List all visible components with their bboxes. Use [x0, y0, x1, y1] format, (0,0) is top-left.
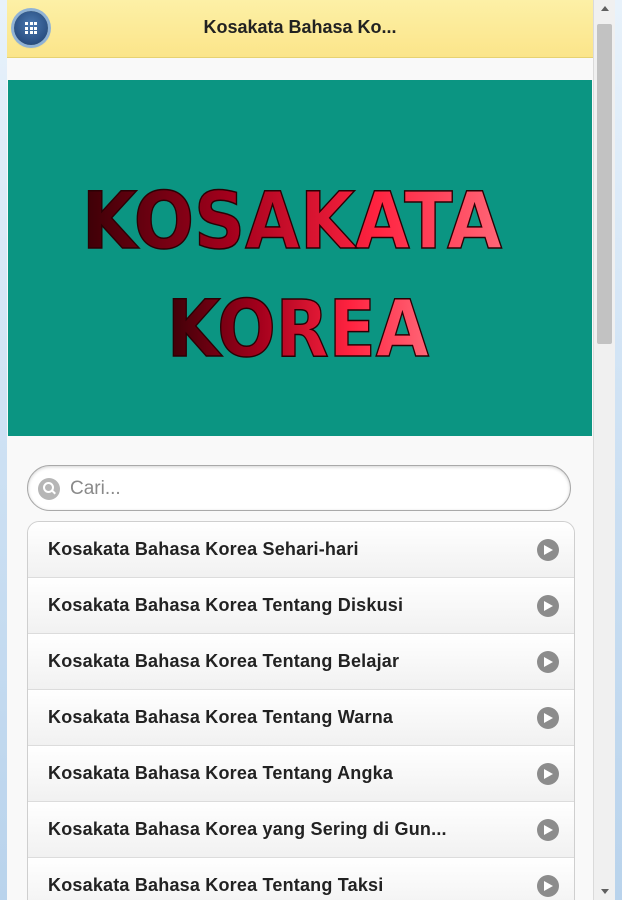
list-item-label: Kosakata Bahasa Korea Tentang Diskusi — [48, 595, 404, 615]
list-item-label: Kosakata Bahasa Korea Tentang Taksi — [48, 875, 384, 895]
list-item-label: Kosakata Bahasa Korea Tentang Angka — [48, 763, 394, 783]
banner-logo: KOSAKATA KOREA — [81, 176, 503, 376]
window-frame-left — [0, 0, 7, 900]
list-item-label: Kosakata Bahasa Korea Sehari-hari — [48, 539, 359, 559]
vertical-scrollbar[interactable] — [593, 0, 616, 900]
scrollbar-thumb[interactable] — [597, 24, 612, 344]
list-item[interactable]: Kosakata Bahasa Korea Tentang Diskusi — [28, 577, 574, 633]
header-bar: Kosakata Bahasa Ko... — [7, 0, 593, 58]
list-item-label: Kosakata Bahasa Korea yang Sering di Gun… — [48, 819, 447, 839]
list-item[interactable]: Kosakata Bahasa Korea Sehari-hari — [28, 522, 574, 577]
menu-button[interactable] — [14, 11, 48, 45]
banner-title-line2: KOREA — [167, 285, 429, 375]
chevron-right-icon — [537, 875, 559, 897]
app-viewport: Kosakata Bahasa Ko... KOSAKATA KOREA Kos… — [7, 0, 593, 900]
list-item[interactable]: Kosakata Bahasa Korea Tentang Angka — [28, 745, 574, 801]
list-item-label: Kosakata Bahasa Korea Tentang Warna — [48, 707, 394, 727]
chevron-right-icon — [537, 595, 559, 617]
chevron-right-icon — [537, 763, 559, 785]
window-frame-right — [615, 0, 622, 900]
scroll-down-arrow-icon[interactable] — [594, 883, 616, 900]
chevron-right-icon — [537, 819, 559, 841]
grid-menu-icon — [25, 22, 37, 34]
chevron-right-icon — [537, 539, 559, 561]
list-item-label: Kosakata Bahasa Korea Tentang Belajar — [48, 651, 400, 671]
chevron-right-icon — [537, 651, 559, 673]
search-input[interactable] — [68, 474, 552, 504]
banner-image: KOSAKATA KOREA — [8, 80, 592, 436]
list-item[interactable]: Kosakata Bahasa Korea yang Sering di Gun… — [28, 801, 574, 857]
topic-list: Kosakata Bahasa Korea Sehari-hari Kosaka… — [27, 521, 575, 900]
search-bar — [27, 465, 571, 511]
list-item[interactable]: Kosakata Bahasa Korea Tentang Taksi — [28, 857, 574, 900]
search-icon — [38, 478, 60, 500]
scroll-up-arrow-icon[interactable] — [594, 0, 616, 17]
list-item[interactable]: Kosakata Bahasa Korea Tentang Belajar — [28, 633, 574, 689]
list-item[interactable]: Kosakata Bahasa Korea Tentang Warna — [28, 689, 574, 745]
chevron-right-icon — [537, 707, 559, 729]
page-title: Kosakata Bahasa Ko... — [203, 17, 397, 37]
banner-title-line1: KOSAKATA — [82, 177, 502, 267]
